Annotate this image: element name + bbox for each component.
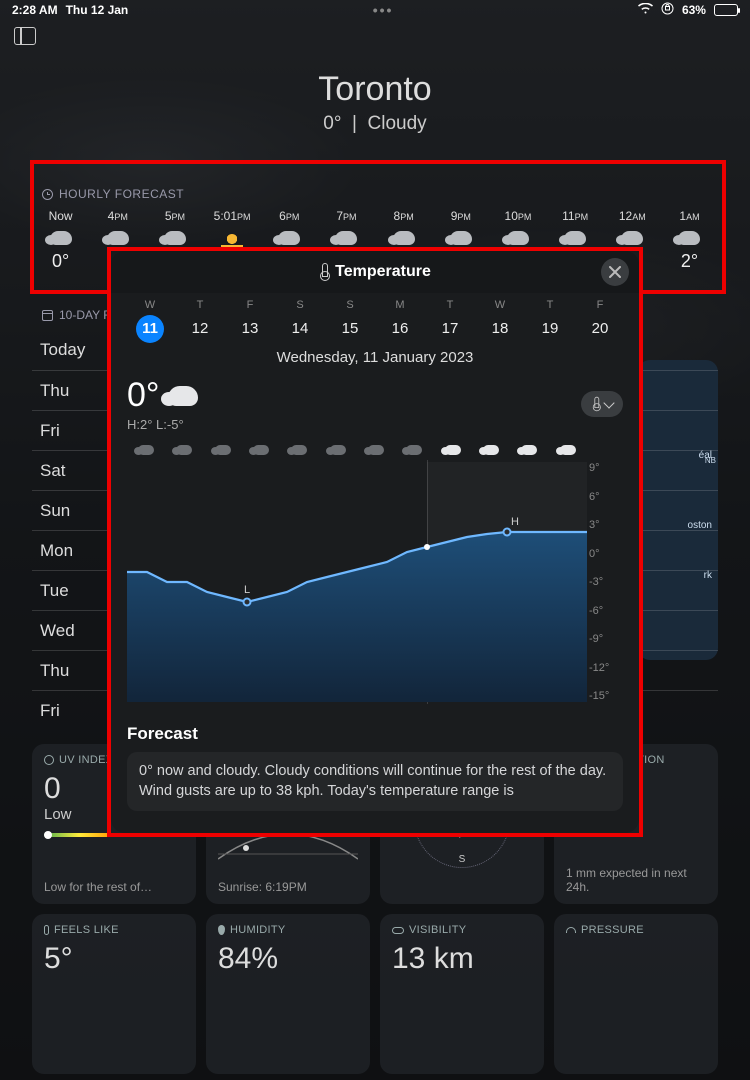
pressure-card[interactable]: PRESSURE — [554, 914, 718, 1074]
orientation-lock-icon — [661, 2, 674, 18]
status-bar: 2:28 AM Thu 12 Jan ••• 63% — [0, 0, 750, 20]
wifi-icon — [638, 3, 653, 17]
thermometer-icon — [44, 925, 49, 935]
status-date: Thu 12 Jan — [66, 3, 129, 17]
multitask-dots-icon[interactable]: ••• — [373, 2, 394, 18]
location-header: Toronto 0° | Cloudy — [0, 52, 750, 135]
visibility-card[interactable]: VISIBILITY 13 km — [380, 914, 544, 1074]
gauge-icon — [566, 927, 576, 933]
status-time: 2:28 AM — [12, 3, 58, 17]
toolbar — [0, 20, 750, 52]
eye-icon — [392, 927, 404, 934]
feelslike-card[interactable]: FEELS LIKE 5° — [32, 914, 196, 1074]
humidity-card[interactable]: HUMIDITY 84% — [206, 914, 370, 1074]
battery-pct: 63% — [682, 3, 706, 17]
battery-icon — [714, 4, 738, 16]
city-name: Toronto — [0, 70, 750, 109]
calendar-icon — [42, 310, 53, 321]
current-summary: 0° | Cloudy — [0, 113, 750, 135]
sidebar-toggle-icon[interactable] — [14, 27, 36, 45]
sun-icon — [44, 755, 54, 765]
humidity-icon — [218, 925, 225, 935]
annotation-box-modal — [107, 247, 643, 837]
